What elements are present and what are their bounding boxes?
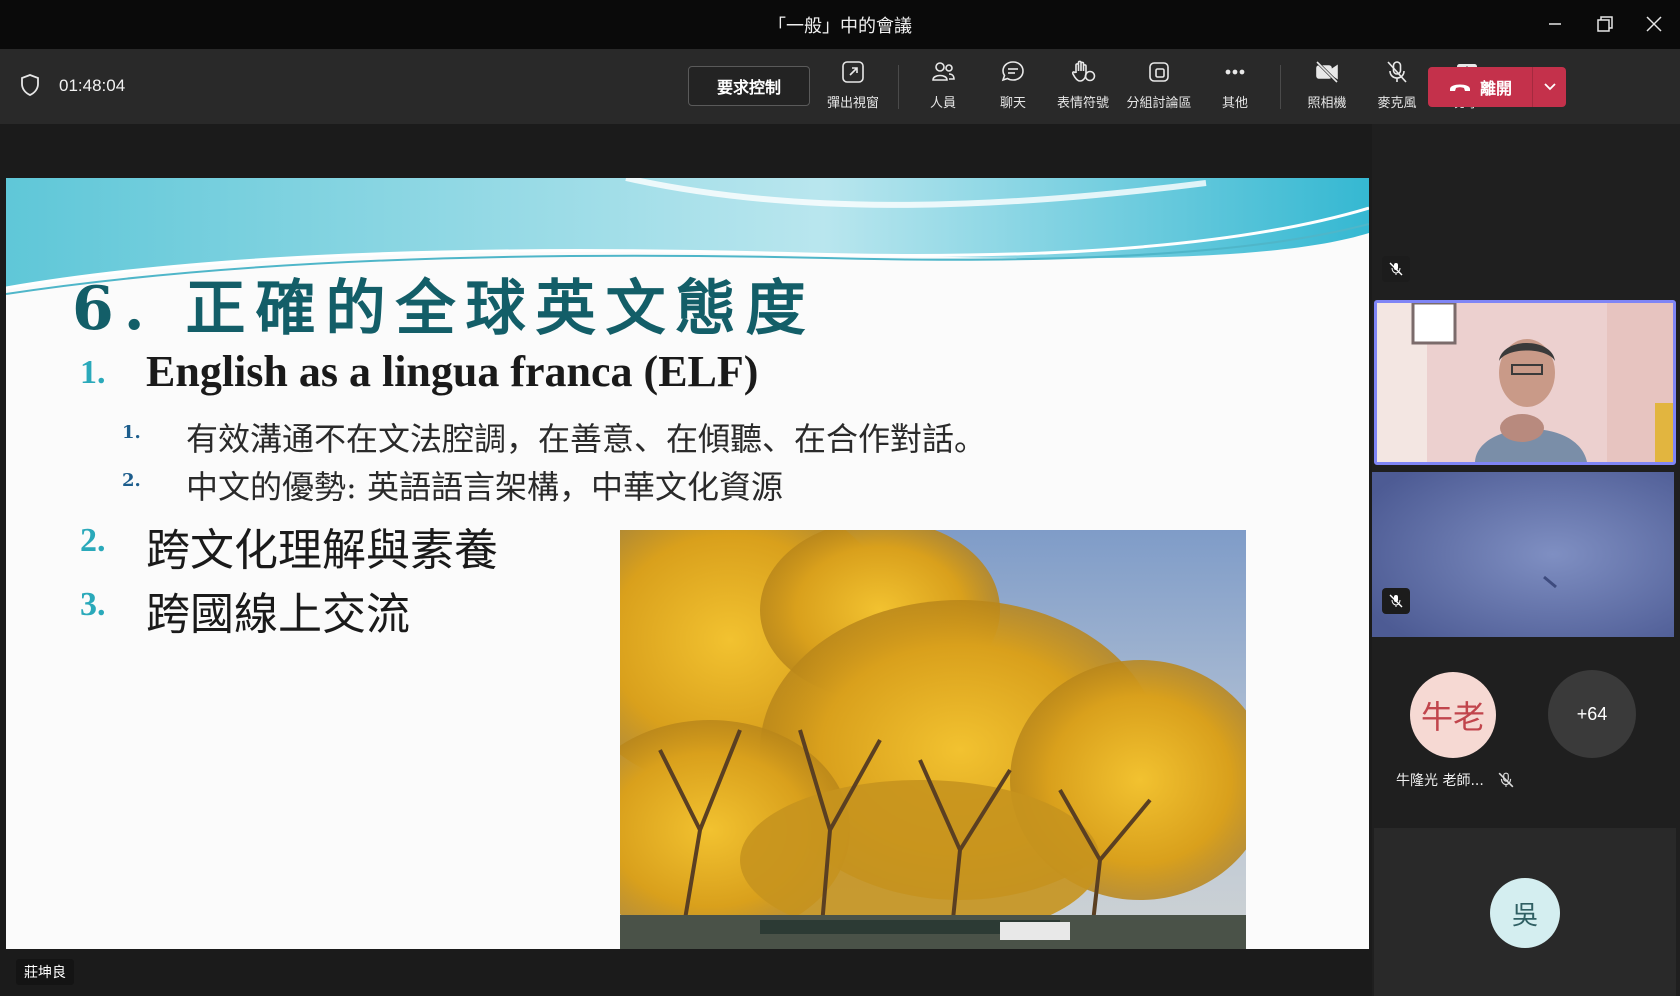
restore-icon — [1597, 16, 1613, 32]
microphone-off-icon — [1498, 772, 1514, 788]
request-control-button[interactable]: 要求控制 — [688, 66, 810, 106]
sublist-number: 2. — [122, 470, 141, 491]
meeting-timer: 01:48:04 — [59, 76, 126, 95]
raise-hand-icon — [1071, 60, 1096, 82]
muted-indicator — [1382, 588, 1410, 614]
presenter-name-tag: 莊坤良 — [16, 959, 74, 985]
list-number: 3. — [80, 586, 106, 623]
more-participants-button[interactable]: +64 — [1548, 670, 1636, 758]
chevron-down-icon — [1543, 83, 1556, 91]
people-button[interactable]: 人員 — [908, 59, 978, 117]
list-number: 2. — [80, 522, 106, 559]
chat-label: 聊天 — [999, 96, 1026, 111]
camera-label: 照相機 — [1307, 96, 1347, 111]
window-title: 「一般」中的會議 — [768, 16, 912, 37]
list-number: 1. — [80, 354, 106, 391]
hang-up-icon — [1449, 84, 1470, 91]
participant-tile[interactable]: 吳 — [1374, 828, 1676, 996]
list-text: 跨國線上交流 — [146, 590, 410, 639]
leave-button[interactable]: 離開 — [1428, 67, 1532, 107]
more-icon — [1225, 69, 1245, 75]
breakout-rooms-button[interactable]: 分組討論區 — [1124, 59, 1194, 117]
shield-icon[interactable] — [19, 73, 41, 97]
people-icon — [932, 62, 955, 81]
leave-button-group: 離開 — [1428, 67, 1566, 107]
participant-video-tile[interactable] — [1372, 472, 1674, 637]
muted-indicator — [1382, 256, 1410, 282]
leave-label: 離開 — [1479, 79, 1512, 98]
sublist-text: 中文的優勢: 英語語言架構，中華文化資源 — [186, 468, 783, 506]
microphone-off-icon — [1389, 262, 1403, 276]
list-text: 跨文化理解與素養 — [146, 526, 498, 575]
participants-panel: 牛老 牛隆光 老師... +64 吳 — [1372, 124, 1680, 996]
minimize-icon — [1549, 23, 1561, 25]
participant-avatar: 吳 — [1490, 878, 1560, 948]
microphone-label: 麥克風 — [1377, 96, 1417, 111]
meeting-toolbar: 01:48:04 要求控制 彈出視窗 人員 聊天 表情符號 分組討論區 其他 照… — [0, 49, 1680, 124]
camera-off-icon — [1315, 60, 1339, 84]
title-bar: 「一般」中的會議 — [0, 0, 1680, 49]
sublist-number: 1. — [122, 422, 141, 443]
more-button[interactable]: 其他 — [1200, 59, 1270, 117]
popout-label: 彈出視窗 — [826, 96, 879, 111]
shared-content-stage: 6. 正確的全球英文態度 1. English as a lingua fran… — [0, 124, 1372, 996]
participant-name: 牛隆光 老師... — [1396, 773, 1484, 789]
toolbar-divider — [898, 65, 899, 109]
participant-video-tile-active[interactable] — [1374, 300, 1676, 465]
list-text: English as a lingua franca (ELF) — [146, 347, 759, 396]
presentation-slide: 6. 正確的全球英文態度 1. English as a lingua fran… — [6, 178, 1369, 949]
restore-button[interactable] — [1581, 6, 1629, 42]
toolbar-divider — [1280, 65, 1281, 109]
microphone-off-icon — [1389, 594, 1403, 608]
chat-icon — [1001, 61, 1024, 82]
microphone-button[interactable]: 麥克風 — [1362, 59, 1432, 117]
popout-button[interactable]: 彈出視窗 — [818, 59, 888, 117]
more-label: 其他 — [1221, 96, 1248, 111]
slide-photo-yellow-trees — [620, 530, 1246, 949]
sublist-text: 有效溝通不在文法腔調，在善意、在傾聽、在合作對話。 — [186, 420, 987, 458]
leave-options-button[interactable] — [1533, 67, 1566, 107]
breakout-rooms-label: 分組討論區 — [1126, 96, 1192, 111]
close-icon — [1646, 16, 1662, 32]
microphone-off-icon — [1387, 61, 1407, 83]
close-button[interactable] — [1630, 6, 1678, 42]
reactions-label: 表情符號 — [1056, 96, 1109, 111]
reactions-button[interactable]: 表情符號 — [1048, 59, 1118, 117]
breakout-rooms-icon — [1149, 62, 1169, 82]
slide-title: 6. 正確的全球英文態度 — [72, 274, 816, 344]
people-label: 人員 — [929, 96, 956, 111]
camera-button[interactable]: 照相機 — [1292, 59, 1362, 117]
popout-icon — [842, 61, 864, 83]
chat-button[interactable]: 聊天 — [978, 59, 1048, 117]
participant-avatar[interactable]: 牛老 — [1410, 672, 1496, 758]
minimize-button[interactable] — [1531, 6, 1579, 42]
